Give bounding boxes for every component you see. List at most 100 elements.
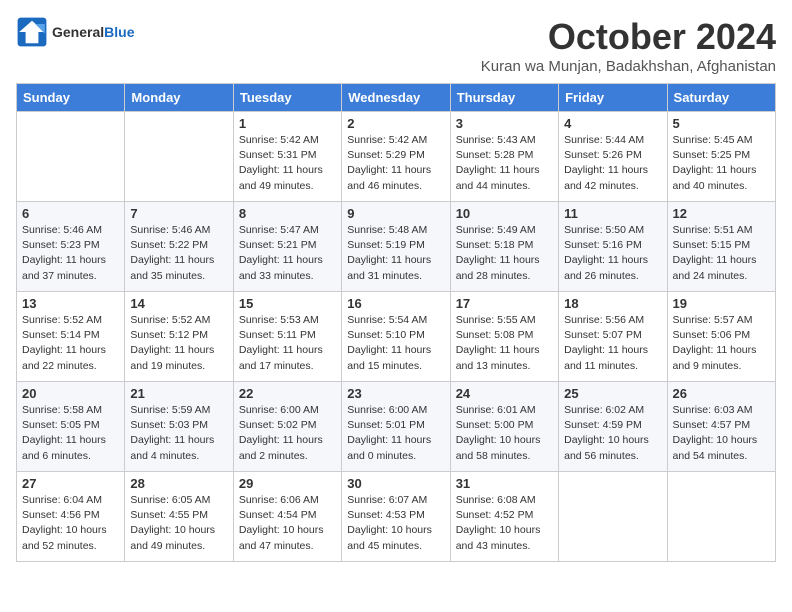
calendar-cell: 7 Sunrise: 5:46 AMSunset: 5:22 PMDaylight… xyxy=(125,202,233,292)
calendar-cell: 12 Sunrise: 5:51 AMSunset: 5:15 PMDayligh… xyxy=(667,202,775,292)
day-info: Sunrise: 6:02 AMSunset: 4:59 PMDaylight:… xyxy=(564,403,661,464)
calendar-cell: 31 Sunrise: 6:08 AMSunset: 4:52 PMDayligh… xyxy=(450,472,558,562)
calendar-cell: 15 Sunrise: 5:53 AMSunset: 5:11 PMDayligh… xyxy=(233,292,341,382)
weekday-header-thursday: Thursday xyxy=(450,84,558,112)
calendar-cell: 9 Sunrise: 5:48 AMSunset: 5:19 PMDaylight… xyxy=(342,202,450,292)
logo: GeneralBlue xyxy=(16,16,134,48)
day-info: Sunrise: 5:57 AMSunset: 5:06 PMDaylight:… xyxy=(673,313,770,374)
week-row-5: 27 Sunrise: 6:04 AMSunset: 4:56 PMDayligh… xyxy=(17,472,776,562)
day-info: Sunrise: 5:51 AMSunset: 5:15 PMDaylight:… xyxy=(673,223,770,284)
calendar-cell: 4 Sunrise: 5:44 AMSunset: 5:26 PMDaylight… xyxy=(559,112,667,202)
day-info: Sunrise: 6:03 AMSunset: 4:57 PMDaylight:… xyxy=(673,403,770,464)
day-info: Sunrise: 5:45 AMSunset: 5:25 PMDaylight:… xyxy=(673,133,770,194)
day-number: 26 xyxy=(673,386,770,401)
day-info: Sunrise: 6:06 AMSunset: 4:54 PMDaylight:… xyxy=(239,493,336,554)
calendar-cell: 21Sunrise: 5:59 AMSunset: 5:03 PMDayligh… xyxy=(125,382,233,472)
logo-icon xyxy=(16,16,48,48)
location-subtitle: Kuran wa Munjan, Badakhshan, Afghanistan xyxy=(481,58,776,75)
day-number: 14 xyxy=(130,296,227,311)
calendar-cell: 10 Sunrise: 5:49 AMSunset: 5:18 PMDayligh… xyxy=(450,202,558,292)
day-number: 5 xyxy=(673,116,770,131)
calendar-cell: 5 Sunrise: 5:45 AMSunset: 5:25 PMDaylight… xyxy=(667,112,775,202)
calendar-cell: 29 Sunrise: 6:06 AMSunset: 4:54 PMDayligh… xyxy=(233,472,341,562)
calendar-cell: 24Sunrise: 6:01 AMSunset: 5:00 PMDayligh… xyxy=(450,382,558,472)
calendar-cell xyxy=(125,112,233,202)
week-row-1: 1 Sunrise: 5:42 AMSunset: 5:31 PMDaylight… xyxy=(17,112,776,202)
day-info: Sunrise: 5:49 AMSunset: 5:18 PMDaylight:… xyxy=(456,223,553,284)
day-number: 10 xyxy=(456,206,553,221)
calendar-cell: 2Sunrise: 5:42 AMSunset: 5:29 PMDaylight… xyxy=(342,112,450,202)
week-row-4: 20 Sunrise: 5:58 AMSunset: 5:05 PMDayligh… xyxy=(17,382,776,472)
day-number: 29 xyxy=(239,476,336,491)
day-info: Sunrise: 5:56 AMSunset: 5:07 PMDaylight:… xyxy=(564,313,661,374)
calendar-cell: 6Sunrise: 5:46 AMSunset: 5:23 PMDaylight… xyxy=(17,202,125,292)
calendar-cell: 27 Sunrise: 6:04 AMSunset: 4:56 PMDayligh… xyxy=(17,472,125,562)
day-number: 28 xyxy=(130,476,227,491)
weekday-header-sunday: Sunday xyxy=(17,84,125,112)
logo-text: GeneralBlue xyxy=(52,24,134,40)
day-number: 1 xyxy=(239,116,336,131)
day-number: 16 xyxy=(347,296,444,311)
day-info: Sunrise: 5:46 AMSunset: 5:22 PMDaylight:… xyxy=(130,223,227,284)
day-info: Sunrise: 5:42 AMSunset: 5:29 PMDaylight:… xyxy=(347,133,444,194)
calendar-cell: 3 Sunrise: 5:43 AMSunset: 5:28 PMDaylight… xyxy=(450,112,558,202)
day-number: 4 xyxy=(564,116,661,131)
day-info: Sunrise: 5:48 AMSunset: 5:19 PMDaylight:… xyxy=(347,223,444,284)
day-info: Sunrise: 6:00 AMSunset: 5:02 PMDaylight:… xyxy=(239,403,336,464)
calendar-cell: 19 Sunrise: 5:57 AMSunset: 5:06 PMDayligh… xyxy=(667,292,775,382)
day-number: 11 xyxy=(564,206,661,221)
day-info: Sunrise: 5:50 AMSunset: 5:16 PMDaylight:… xyxy=(564,223,661,284)
calendar-cell: 17Sunrise: 5:55 AMSunset: 5:08 PMDayligh… xyxy=(450,292,558,382)
calendar-cell: 20 Sunrise: 5:58 AMSunset: 5:05 PMDayligh… xyxy=(17,382,125,472)
calendar-cell: 30Sunrise: 6:07 AMSunset: 4:53 PMDayligh… xyxy=(342,472,450,562)
calendar-cell: 14Sunrise: 5:52 AMSunset: 5:12 PMDayligh… xyxy=(125,292,233,382)
day-number: 22 xyxy=(239,386,336,401)
day-number: 21 xyxy=(130,386,227,401)
day-number: 31 xyxy=(456,476,553,491)
weekday-header-friday: Friday xyxy=(559,84,667,112)
weekday-header-row: SundayMondayTuesdayWednesdayThursdayFrid… xyxy=(17,84,776,112)
weekday-header-monday: Monday xyxy=(125,84,233,112)
calendar-cell xyxy=(559,472,667,562)
day-number: 6 xyxy=(22,206,119,221)
day-info: Sunrise: 5:58 AMSunset: 5:05 PMDaylight:… xyxy=(22,403,119,464)
day-number: 19 xyxy=(673,296,770,311)
day-info: Sunrise: 5:53 AMSunset: 5:11 PMDaylight:… xyxy=(239,313,336,374)
day-info: Sunrise: 6:05 AMSunset: 4:55 PMDaylight:… xyxy=(130,493,227,554)
day-info: Sunrise: 5:42 AMSunset: 5:31 PMDaylight:… xyxy=(239,133,336,194)
day-number: 7 xyxy=(130,206,227,221)
page-header: GeneralBlue October 2024 Kuran wa Munjan… xyxy=(16,16,776,75)
week-row-3: 13 Sunrise: 5:52 AMSunset: 5:14 PMDayligh… xyxy=(17,292,776,382)
day-info: Sunrise: 5:44 AMSunset: 5:26 PMDaylight:… xyxy=(564,133,661,194)
calendar-cell: 1 Sunrise: 5:42 AMSunset: 5:31 PMDaylight… xyxy=(233,112,341,202)
day-number: 3 xyxy=(456,116,553,131)
calendar-cell: 25Sunrise: 6:02 AMSunset: 4:59 PMDayligh… xyxy=(559,382,667,472)
day-number: 20 xyxy=(22,386,119,401)
weekday-header-saturday: Saturday xyxy=(667,84,775,112)
day-number: 12 xyxy=(673,206,770,221)
day-number: 30 xyxy=(347,476,444,491)
day-info: Sunrise: 5:52 AMSunset: 5:14 PMDaylight:… xyxy=(22,313,119,374)
calendar-cell: 8Sunrise: 5:47 AMSunset: 5:21 PMDaylight… xyxy=(233,202,341,292)
day-number: 13 xyxy=(22,296,119,311)
month-title: October 2024 xyxy=(481,16,776,58)
day-info: Sunrise: 6:00 AMSunset: 5:01 PMDaylight:… xyxy=(347,403,444,464)
day-number: 18 xyxy=(564,296,661,311)
calendar-cell: 18 Sunrise: 5:56 AMSunset: 5:07 PMDayligh… xyxy=(559,292,667,382)
weekday-header-wednesday: Wednesday xyxy=(342,84,450,112)
calendar-cell xyxy=(667,472,775,562)
day-info: Sunrise: 6:01 AMSunset: 5:00 PMDaylight:… xyxy=(456,403,553,464)
day-number: 9 xyxy=(347,206,444,221)
calendar-cell: 22 Sunrise: 6:00 AMSunset: 5:02 PMDayligh… xyxy=(233,382,341,472)
day-number: 27 xyxy=(22,476,119,491)
day-info: Sunrise: 6:04 AMSunset: 4:56 PMDaylight:… xyxy=(22,493,119,554)
day-number: 15 xyxy=(239,296,336,311)
weekday-header-tuesday: Tuesday xyxy=(233,84,341,112)
calendar-cell xyxy=(17,112,125,202)
day-info: Sunrise: 5:47 AMSunset: 5:21 PMDaylight:… xyxy=(239,223,336,284)
calendar-cell: 13 Sunrise: 5:52 AMSunset: 5:14 PMDayligh… xyxy=(17,292,125,382)
day-number: 17 xyxy=(456,296,553,311)
day-info: Sunrise: 6:08 AMSunset: 4:52 PMDaylight:… xyxy=(456,493,553,554)
day-info: Sunrise: 5:43 AMSunset: 5:28 PMDaylight:… xyxy=(456,133,553,194)
day-info: Sunrise: 5:54 AMSunset: 5:10 PMDaylight:… xyxy=(347,313,444,374)
